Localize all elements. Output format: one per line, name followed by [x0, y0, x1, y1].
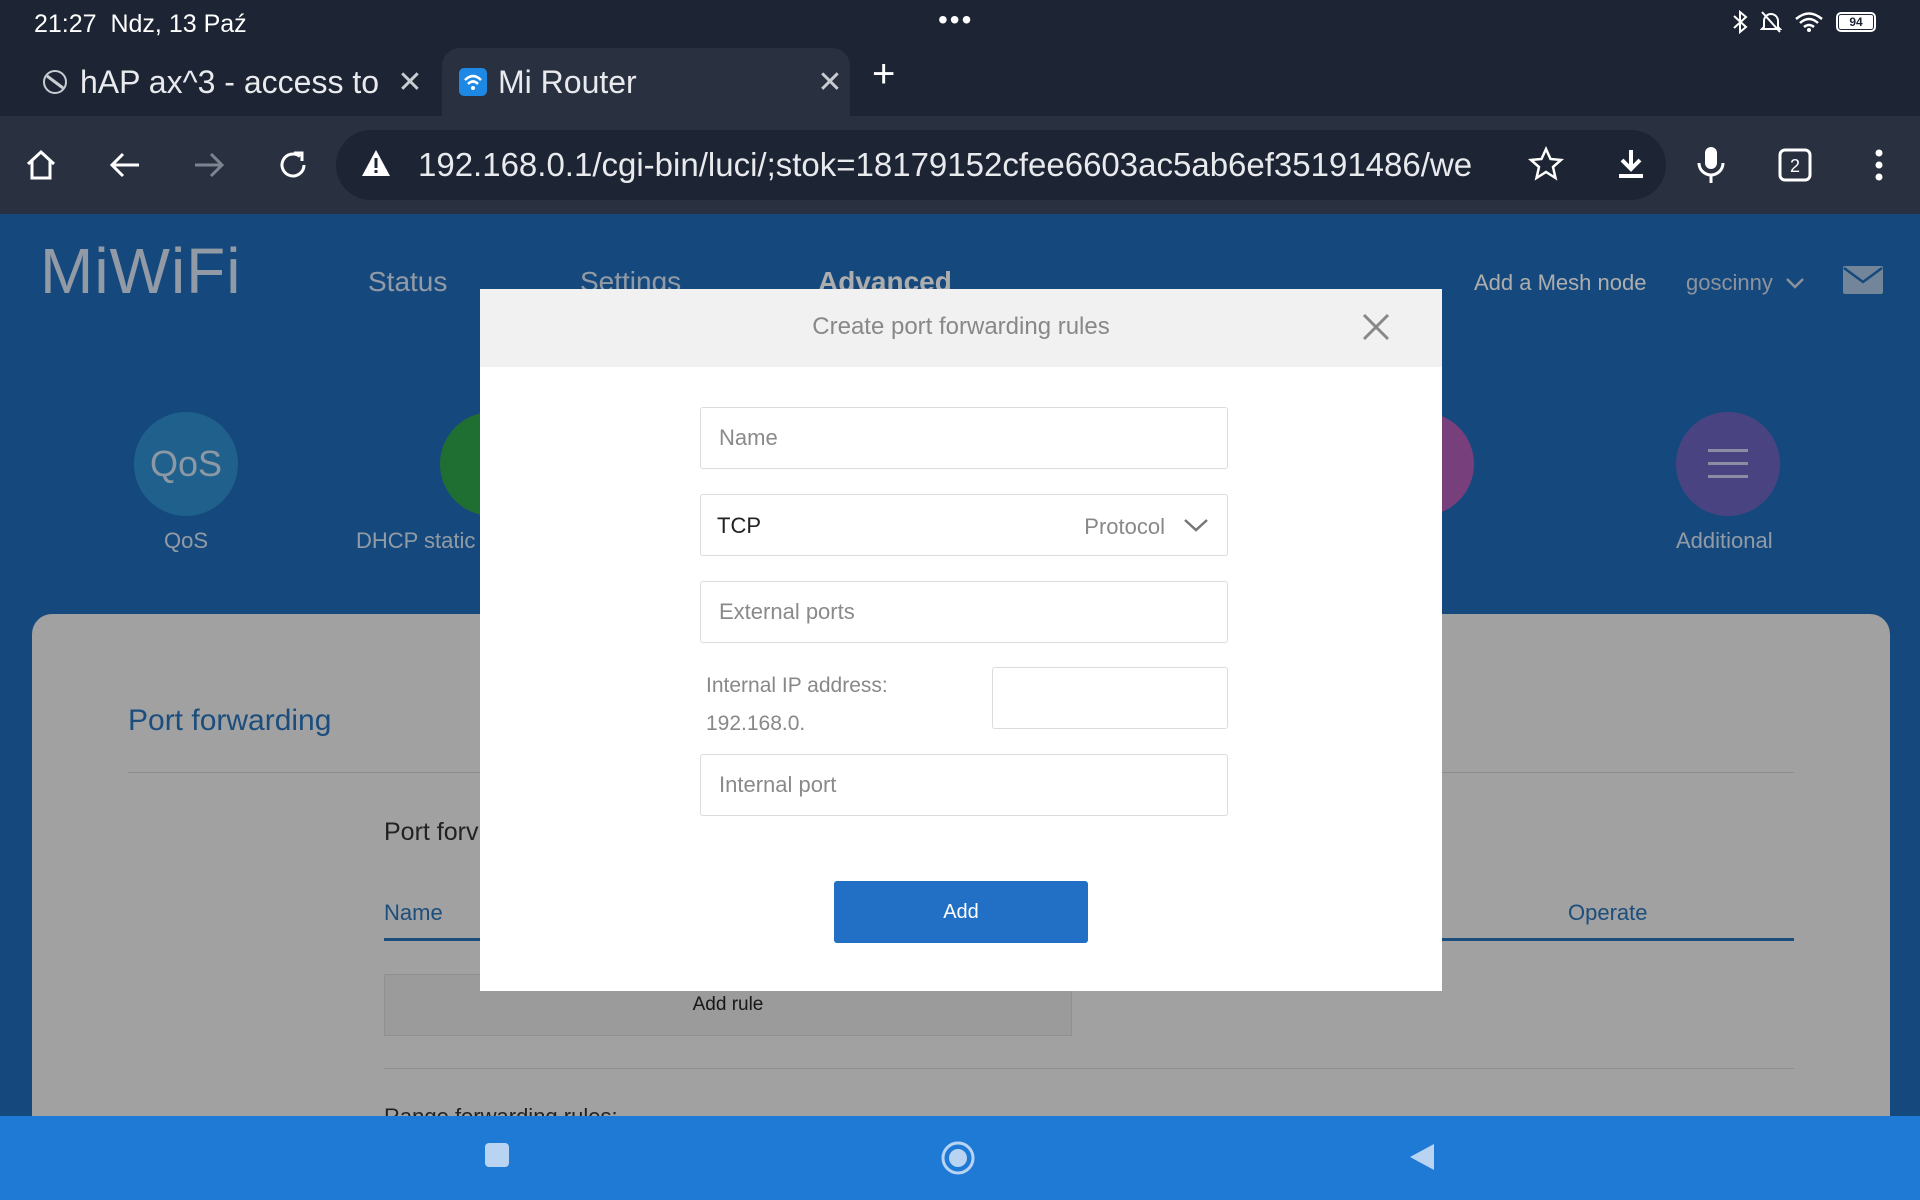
dialog-header: Create port forwarding rules [480, 289, 1442, 367]
protocol-label: Protocol [1084, 514, 1165, 539]
protocol-value: TCP [717, 513, 761, 538]
microphone-icon[interactable] [1686, 140, 1736, 190]
forward-icon[interactable] [184, 140, 234, 190]
tab-count: 2 [1790, 156, 1800, 176]
close-icon[interactable] [1356, 307, 1396, 347]
close-tab-icon[interactable]: ✕ [390, 65, 430, 100]
url-text[interactable]: 192.168.0.1/cgi-bin/luci/;stok=18179152c… [418, 146, 1568, 184]
wifi-favicon-icon [458, 67, 488, 97]
internal-ip-label: Internal IP address: 192.168.0. [706, 674, 888, 735]
tab-label: hAP ax^3 - access to [80, 63, 380, 100]
home-nav-icon[interactable] [940, 1140, 976, 1181]
browser-toolbar: 192.168.0.1/cgi-bin/luci/;stok=18179152c… [0, 116, 1920, 214]
system-nav-bar [0, 1116, 1920, 1200]
battery-icon: 94 [1836, 12, 1876, 32]
warning-icon[interactable] [360, 148, 392, 183]
protocol-select[interactable]: TCP Protocol [700, 494, 1228, 556]
reload-icon[interactable] [268, 140, 318, 190]
back-icon[interactable] [100, 140, 150, 190]
home-icon[interactable] [16, 140, 66, 190]
download-icon[interactable] [1607, 140, 1655, 193]
tab-switcher-button[interactable]: 2 [1770, 140, 1820, 190]
back-nav-icon[interactable] [1408, 1142, 1436, 1177]
mikrotik-favicon-icon [40, 67, 70, 97]
tab-label: Mi Router [498, 63, 637, 100]
more-dots-icon[interactable]: ••• [938, 4, 973, 36]
bookmark-star-icon[interactable] [1522, 140, 1570, 193]
recents-icon[interactable] [484, 1142, 510, 1173]
name-input[interactable] [701, 408, 1227, 468]
internal-port-input[interactable] [701, 755, 1227, 815]
tab-hap[interactable]: hAP ax^3 - access to ✕ [40, 48, 430, 116]
new-tab-icon[interactable]: + [872, 52, 895, 97]
external-ports-field[interactable] [700, 581, 1228, 643]
internal-port-field[interactable] [700, 754, 1228, 816]
name-field[interactable] [700, 407, 1228, 469]
internal-ip-input[interactable] [993, 668, 1227, 728]
wifi-icon [1795, 12, 1823, 32]
tab-strip: hAP ax^3 - access to ✕ Mi Router ✕ + [0, 46, 1920, 116]
status-icons: 94 [1732, 10, 1876, 34]
mute-bell-icon [1760, 11, 1782, 33]
address-bar[interactable]: 192.168.0.1/cgi-bin/luci/;stok=18179152c… [336, 130, 1666, 200]
internal-ip-field[interactable] [992, 667, 1228, 729]
add-button[interactable]: Add [834, 881, 1088, 943]
close-tab-icon[interactable]: ✕ [810, 65, 850, 100]
dialog-title: Create port forwarding rules [812, 313, 1110, 340]
status-time: 21:27 Ndz, 13 Paź [34, 10, 247, 38]
menu-kebab-icon[interactable] [1854, 140, 1904, 190]
status-bar: 21:27 Ndz, 13 Paź ••• 94 [0, 0, 1920, 46]
port-forwarding-dialog: Create port forwarding rules TCP Protoco… [480, 289, 1442, 991]
bluetooth-icon [1733, 10, 1748, 34]
chevron-down-icon [1183, 517, 1209, 538]
tab-mi-router[interactable]: Mi Router ✕ [442, 48, 850, 116]
external-ports-input[interactable] [701, 582, 1227, 642]
